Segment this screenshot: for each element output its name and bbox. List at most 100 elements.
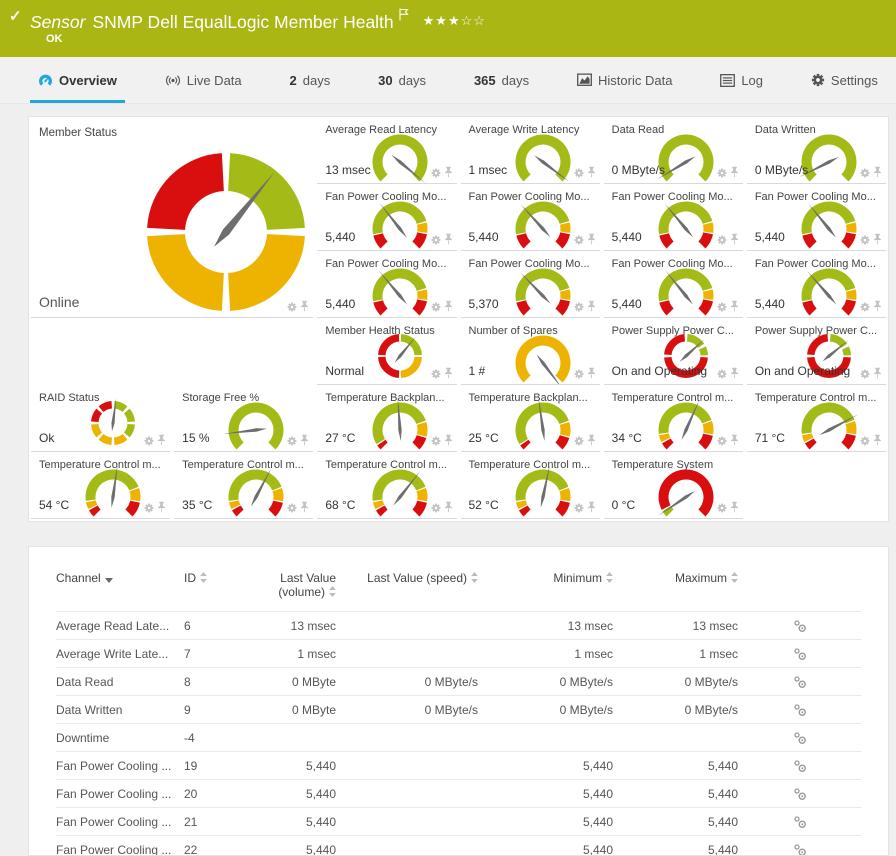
gauge-title: Fan Power Cooling Mo...	[325, 191, 446, 203]
pin-icon[interactable]	[873, 367, 882, 379]
gear-icon[interactable]	[431, 168, 441, 178]
gear-icon[interactable]	[431, 369, 441, 379]
pin-icon[interactable]	[587, 233, 596, 245]
column-header-maximum[interactable]: Maximum	[613, 565, 738, 612]
gear-icon[interactable]	[431, 436, 441, 446]
cell-last-value-volume: 5,440	[240, 808, 336, 836]
channel-settings-icon[interactable]	[738, 640, 861, 668]
gauge-title: Temperature Control m...	[182, 459, 304, 471]
cell-last-value-volume: 5,440	[240, 836, 336, 856]
pin-icon[interactable]	[730, 367, 739, 379]
gear-icon[interactable]	[860, 235, 870, 245]
sort-icon	[329, 586, 336, 597]
channel-settings-icon[interactable]	[738, 724, 861, 752]
column-header-last-value-volume[interactable]: Last Value (volume)	[240, 565, 336, 612]
tab-overview[interactable]: Overview	[30, 57, 125, 103]
gear-icon[interactable]	[717, 369, 727, 379]
channel-settings-icon[interactable]	[738, 808, 861, 836]
column-header-id[interactable]: ID	[184, 565, 240, 612]
gauge-cell-icons	[144, 501, 166, 513]
gear-icon[interactable]	[287, 436, 297, 446]
gear-icon[interactable]	[287, 503, 297, 513]
gauge-cell-power-supply-power-c: Power Supply Power C...On and Operating	[747, 320, 886, 385]
gauge-value: On and Operating	[755, 364, 850, 378]
gauge-value: 68 °C	[325, 498, 355, 512]
pin-icon[interactable]	[444, 501, 453, 513]
gear-icon[interactable]	[860, 369, 870, 379]
pin-icon[interactable]	[730, 434, 739, 446]
tab-log[interactable]: Log	[712, 57, 771, 103]
column-header-last-value-speed[interactable]: Last Value (speed)	[336, 565, 478, 612]
tab-365-days[interactable]: 365days	[466, 57, 537, 103]
gear-icon[interactable]	[574, 436, 584, 446]
gear-icon[interactable]	[431, 302, 441, 312]
gear-icon[interactable]	[574, 235, 584, 245]
pin-icon[interactable]	[444, 166, 453, 178]
pin-icon[interactable]	[444, 434, 453, 446]
pin-icon[interactable]	[587, 501, 596, 513]
flag-icon[interactable]	[399, 5, 409, 26]
gear-icon[interactable]	[717, 503, 727, 513]
sort-icon	[606, 572, 613, 583]
pin-icon[interactable]	[300, 300, 309, 312]
pin-icon[interactable]	[300, 501, 309, 513]
gauge-cell-icons	[574, 233, 596, 245]
pin-icon[interactable]	[873, 233, 882, 245]
tab-live-data[interactable]: Live Data	[157, 57, 250, 103]
pin-icon[interactable]	[873, 434, 882, 446]
cell-channel: Fan Power Cooling ...	[56, 752, 184, 780]
cell-maximum: 1 msec	[613, 640, 738, 668]
pin-icon[interactable]	[587, 367, 596, 379]
pin-icon[interactable]	[587, 300, 596, 312]
column-header-channel[interactable]: Channel	[56, 565, 184, 612]
gear-icon[interactable]	[287, 302, 297, 312]
gear-icon[interactable]	[860, 168, 870, 178]
gear-icon[interactable]	[574, 302, 584, 312]
channel-settings-icon[interactable]	[738, 668, 861, 696]
gear-icon[interactable]	[717, 302, 727, 312]
gear-icon[interactable]	[717, 235, 727, 245]
tab-2-days[interactable]: 2days	[282, 57, 339, 103]
priority-stars[interactable]: ★★★☆☆	[423, 13, 486, 28]
gear-icon[interactable]	[717, 168, 727, 178]
pin-icon[interactable]	[157, 434, 166, 446]
gear-icon[interactable]	[574, 168, 584, 178]
channel-settings-icon[interactable]	[738, 612, 861, 640]
column-header-minimum[interactable]: Minimum	[478, 565, 613, 612]
channel-settings-icon[interactable]	[738, 696, 861, 724]
pin-icon[interactable]	[730, 233, 739, 245]
gear-icon[interactable]	[717, 436, 727, 446]
pin-icon[interactable]	[157, 501, 166, 513]
pin-icon[interactable]	[587, 434, 596, 446]
gear-icon[interactable]	[860, 436, 870, 446]
channel-settings-icon[interactable]	[738, 780, 861, 808]
pin-icon[interactable]	[730, 501, 739, 513]
cell-minimum: 1 msec	[478, 640, 613, 668]
pin-icon[interactable]	[444, 300, 453, 312]
tab-settings[interactable]: Settings	[803, 57, 886, 103]
pin-icon[interactable]	[444, 367, 453, 379]
pin-icon[interactable]	[587, 166, 596, 178]
gear-icon[interactable]	[574, 369, 584, 379]
pin-icon[interactable]	[300, 434, 309, 446]
gear-icon[interactable]	[860, 302, 870, 312]
channel-settings-icon[interactable]	[738, 752, 861, 780]
tab-historic-data[interactable]: Historic Data	[569, 57, 680, 103]
cell-maximum: 0 MByte/s	[613, 668, 738, 696]
gear-icon[interactable]	[431, 235, 441, 245]
cell-minimum: 0 MByte/s	[478, 668, 613, 696]
cell-minimum	[478, 724, 613, 752]
channel-settings-icon[interactable]	[738, 836, 861, 856]
tab-30-days[interactable]: 30days	[370, 57, 434, 103]
gear-icon[interactable]	[574, 503, 584, 513]
pin-icon[interactable]	[873, 300, 882, 312]
gear-icon[interactable]	[431, 503, 441, 513]
pin-icon[interactable]	[444, 233, 453, 245]
gear-icon[interactable]	[144, 503, 154, 513]
pin-icon[interactable]	[730, 300, 739, 312]
channels-table: ChannelIDLast Value (volume)Last Value (…	[56, 565, 861, 856]
gear-icon[interactable]	[144, 436, 154, 446]
pin-icon[interactable]	[873, 166, 882, 178]
pin-icon[interactable]	[730, 166, 739, 178]
gauge-cell-power-supply-power-c: Power Supply Power C...On and Operating	[604, 320, 743, 385]
